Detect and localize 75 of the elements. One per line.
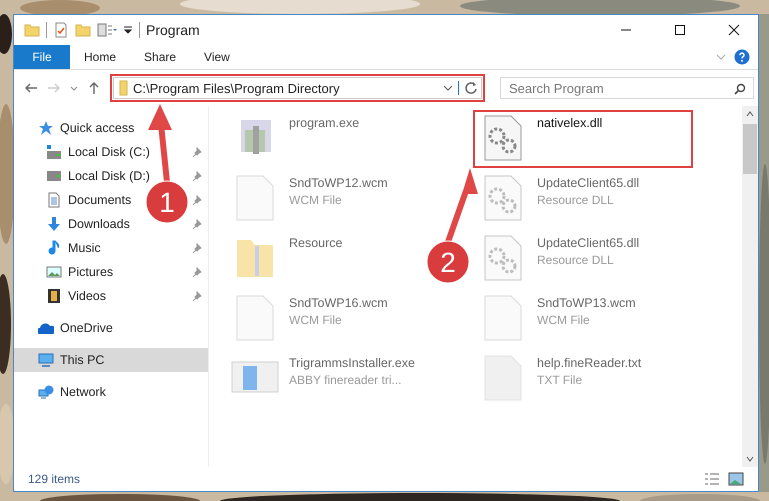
details-view-icon[interactable] (704, 471, 720, 487)
pin-icon[interactable] (192, 291, 202, 301)
file-tab[interactable]: File (14, 45, 70, 69)
pin-icon[interactable] (192, 219, 202, 229)
up-arrow-icon[interactable] (87, 81, 101, 95)
file-type: WCM File (289, 193, 343, 207)
back-arrow-icon[interactable] (24, 81, 38, 95)
file-name[interactable]: UpdateClient65.dll (537, 236, 640, 250)
file-name[interactable]: nativelex.dll (537, 116, 602, 130)
file-type: TXT File (537, 373, 584, 387)
properties-icon[interactable] (53, 22, 69, 38)
network-icon (38, 384, 54, 400)
recent-chevron-icon[interactable] (70, 84, 78, 92)
address-bar[interactable]: C:\Program Files\Program Directory (113, 77, 482, 99)
doc-icon (46, 192, 62, 208)
search-icon[interactable] (734, 83, 746, 95)
file-type: ABBY finereader tri... (289, 373, 402, 387)
file-type: Resource DLL (537, 253, 615, 267)
forward-arrow-icon[interactable] (47, 81, 61, 95)
nav-item[interactable]: Videos (68, 289, 106, 303)
music-icon (46, 240, 62, 256)
file-name[interactable]: SndToWP13.wcm (537, 296, 636, 310)
nav-item[interactable]: Quick access (60, 121, 134, 135)
ribbon-tab[interactable]: View (190, 50, 244, 64)
pc-icon (38, 352, 54, 368)
chevron-down-icon[interactable] (443, 83, 453, 93)
close-icon[interactable] (728, 24, 740, 36)
nav-item[interactable]: Network (60, 385, 106, 399)
item-count: 129 items (28, 472, 80, 486)
folder-icon[interactable] (24, 22, 40, 38)
pin-icon[interactable] (192, 195, 202, 205)
file-name[interactable]: program.exe (289, 116, 360, 130)
disk-c-icon (46, 144, 62, 160)
folder-icon (119, 80, 128, 96)
download-icon (46, 216, 62, 232)
nav-item[interactable]: This PC (60, 353, 104, 367)
view-options-icon[interactable] (97, 22, 117, 38)
file-name[interactable]: SndToWP12.wcm (289, 176, 388, 190)
address-path: C:\Program Files\Program Directory (133, 80, 340, 96)
nav-item[interactable]: Pictures (68, 265, 114, 279)
videos-icon (46, 288, 62, 304)
file-name[interactable]: TrigrammsInstaller.exe (289, 356, 415, 370)
file-type: Resource DLL (537, 193, 615, 207)
help-icon[interactable] (734, 49, 750, 65)
scroll-up-icon[interactable] (746, 110, 754, 118)
pin-icon[interactable] (192, 147, 202, 157)
file-name[interactable]: UpdateClient65.dll (537, 176, 640, 190)
file-name[interactable]: help.fineReader.txt (537, 356, 642, 370)
pin-icon[interactable] (192, 243, 202, 253)
ribbon-tab[interactable]: Home (70, 50, 130, 64)
star-icon (38, 120, 54, 136)
file-type: WCM File (537, 313, 591, 327)
dropdown-icon[interactable] (123, 25, 133, 35)
file-type: WCM File (289, 313, 343, 327)
search-field[interactable]: Search Program (500, 77, 754, 99)
step-number-badge: 2 (426, 240, 470, 284)
nav-item[interactable]: Local Disk (D:) (68, 169, 150, 183)
scroll-down-icon[interactable] (746, 455, 754, 463)
ribbon-tab[interactable]: Share (130, 50, 190, 64)
nav-item[interactable]: Local Disk (C:) (68, 145, 150, 159)
new-folder-icon[interactable] (75, 22, 91, 38)
file-name[interactable]: Resource (289, 236, 342, 250)
scroll-thumb[interactable] (743, 124, 757, 174)
large-icons-view-icon[interactable] (728, 471, 744, 487)
window-title: Program (146, 22, 200, 38)
nav-item[interactable]: Documents (68, 193, 132, 207)
pin-icon[interactable] (192, 267, 202, 277)
nav-item[interactable]: Downloads (68, 217, 130, 231)
pin-icon[interactable] (192, 171, 202, 181)
maximize-icon[interactable] (674, 24, 686, 36)
pictures-icon (46, 264, 62, 280)
nav-item[interactable]: Music (68, 241, 101, 255)
file-name[interactable]: SndToWP16.wcm (289, 296, 388, 310)
nav-item[interactable]: OneDrive (60, 321, 113, 335)
scrollbar[interactable] (742, 106, 758, 467)
